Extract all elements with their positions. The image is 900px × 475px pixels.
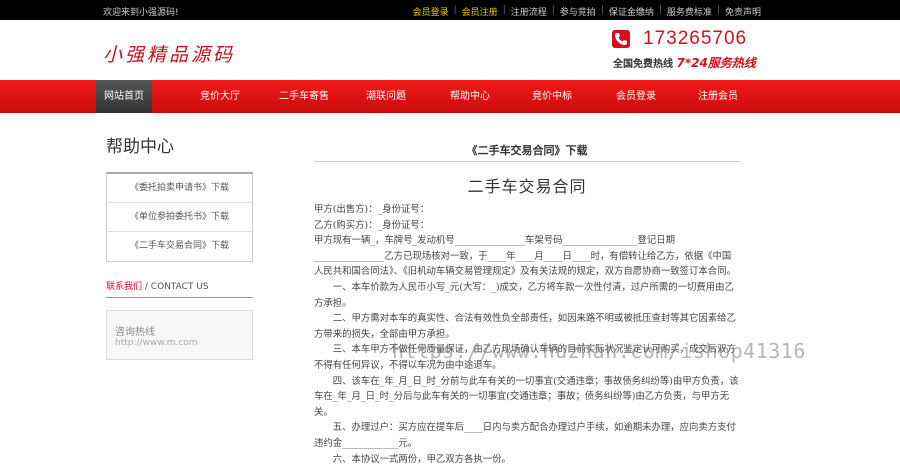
hotline-suffix: 7*24服务热线 <box>676 56 756 70</box>
top-bar: 欢迎来到小强源码! 会员登录 | 会员注册 | 注册流程 | 参与竞拍 | 保证金缴纳 |… <box>0 0 900 20</box>
nav-item-consignment[interactable]: 二手车寄售 <box>272 80 336 113</box>
site-logo[interactable]: 小强精品源码 <box>103 40 235 67</box>
phone-number: 173265706 <box>643 28 748 49</box>
contact-heading: 联系我们 / CONTACT US <box>106 279 253 298</box>
top-link-deposit[interactable]: 保证金缴纳 <box>604 5 659 18</box>
contract-paragraph: 一、本车价款为人民币小写_元(大写：_)成交，乙方将车款一次性付清，过户所需的一… <box>314 281 734 309</box>
contact-url[interactable]: http://www.m.com <box>115 338 198 348</box>
top-link-process[interactable]: 注册流程 <box>506 5 552 18</box>
contract-paragraph: 四、该车在_年_月_日_时_分前与此车有关的一切事宜(交通违章；事故债务纠纷等)… <box>314 375 739 418</box>
contact-heading-en: CONTACT US <box>150 282 209 292</box>
nav-item-bidding-hall[interactable]: 竞价大厅 <box>190 80 250 113</box>
contract-paragraph: 甲方现有一辆_，车牌号_发动机号_______________车架号码_____… <box>314 235 736 278</box>
main-nav: 网站首页 竞价大厅 二手车寄售 潮联问题 帮助中心 竞价中标 会员登录 注册会员 <box>0 80 900 113</box>
sidebar-menu: 《委托拍卖申请书》下载 《单位参拍委托书》下载 《二手车交易合同》下载 <box>106 172 253 262</box>
sidebar-item-car-contract[interactable]: 《二手车交易合同》下载 <box>107 232 252 261</box>
hotline-prefix: 全国免费热线 <box>613 59 673 70</box>
contract-paragraph: 甲方(出售方)：_身份证号： <box>314 204 430 215</box>
header: 小强精品源码 173265706 全国免费热线 7*24服务热线 <box>0 20 900 80</box>
nav-item-winning-bids[interactable]: 竞价中标 <box>522 80 582 113</box>
nav-item-issues[interactable]: 潮联问题 <box>360 80 412 113</box>
top-link-login[interactable]: 会员登录 <box>408 5 454 18</box>
contact-heading-cn: 联系我们 <box>106 282 143 292</box>
top-link-fees[interactable]: 服务费标准 <box>662 5 717 18</box>
contract-paragraph: 五、办理过户：买方应在提车后____日内与卖方配合办理过户手续，如逾期未办理，应… <box>314 422 736 449</box>
contract-paragraph: 六、本协议一式两份，甲乙双方各执一份。 <box>332 453 511 465</box>
nav-item-login[interactable]: 会员登录 <box>606 80 666 113</box>
contact-label: 咨询热线 <box>115 327 155 338</box>
sidebar-title: 帮助中心 <box>106 137 174 157</box>
page-title: 《二手车交易合同》下载 <box>314 140 740 162</box>
hotline-text: 全国免费热线 7*24服务热线 <box>613 54 756 71</box>
top-link-disclaimer[interactable]: 免责声明 <box>720 5 766 18</box>
contract-paragraph: 二、甲方需对本车的真实性、合法有效性负全部责任，如因来路不明或被抵压查封等其它因… <box>314 313 736 340</box>
top-link-register[interactable]: 会员注册 <box>457 5 503 18</box>
contact-box: 咨询热线 http://www.m.com <box>106 310 253 360</box>
watermark: https://www.huzhan.com/ishop41316 <box>392 339 806 363</box>
main-content: 《二手车交易合同》下载 二手车交易合同 甲方(出售方)：_身份证号： 乙方(购买… <box>314 140 740 467</box>
contract-paragraph: 乙方(购买方)：_身份证号： <box>314 219 430 231</box>
welcome-text: 欢迎来到小强源码! <box>103 8 179 18</box>
contract-title: 二手车交易合同 <box>467 177 587 196</box>
contact-heading-sep: / <box>142 282 151 292</box>
top-link-bid[interactable]: 参与竞拍 <box>555 5 601 18</box>
nav-item-home[interactable]: 网站首页 <box>96 80 152 113</box>
nav-item-help[interactable]: 帮助中心 <box>440 80 500 113</box>
phone-icon <box>612 30 630 48</box>
sidebar-item-unit-authorization[interactable]: 《单位参拍委托书》下载 <box>107 203 252 232</box>
nav-item-register[interactable]: 注册会员 <box>688 80 748 113</box>
top-links: 会员登录 | 会员注册 | 注册流程 | 参与竞拍 | 保证金缴纳 | 服务费标准 | 免责… <box>408 5 766 18</box>
sidebar-item-auction-application[interactable]: 《委托拍卖申请书》下载 <box>107 174 252 203</box>
